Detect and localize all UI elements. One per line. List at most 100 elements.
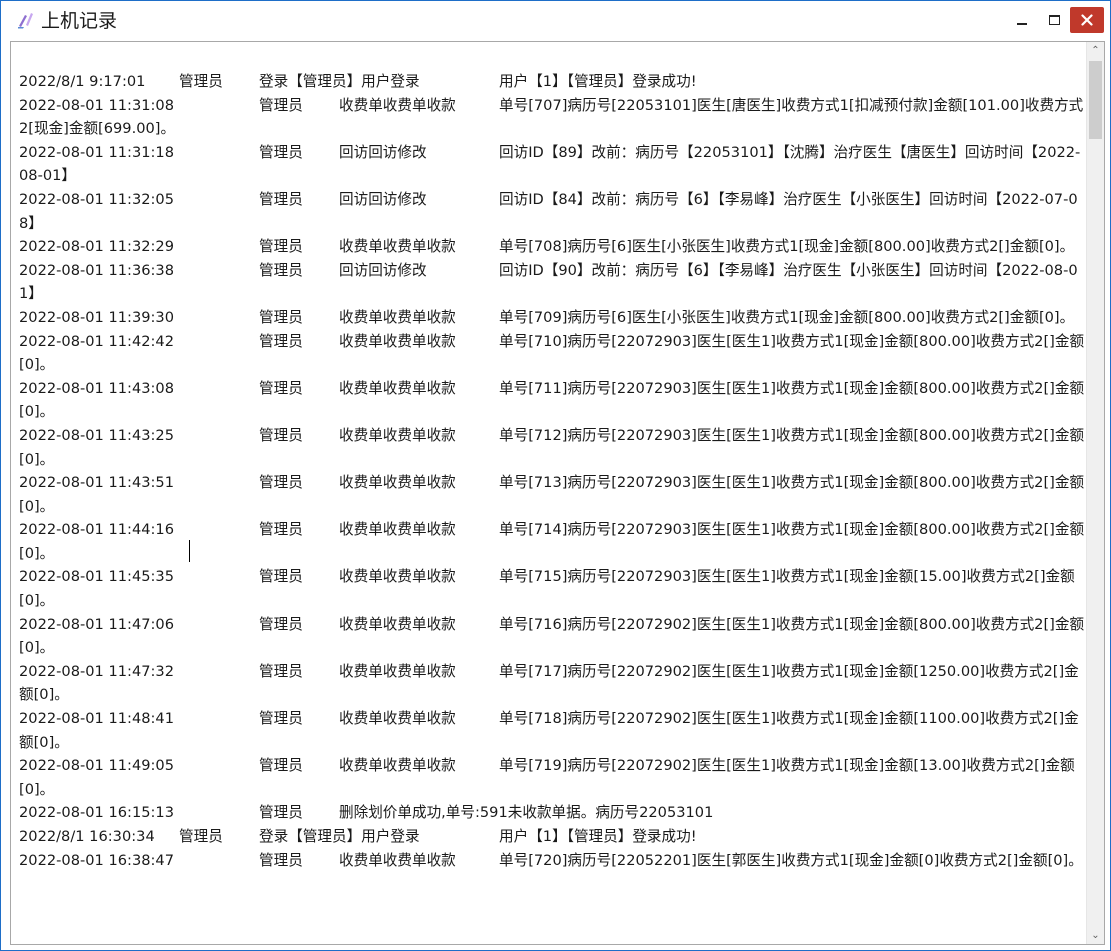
- log-time: 2022-08-01 16:38:47: [19, 851, 174, 869]
- log-module: 收费单收费单收款: [339, 308, 456, 326]
- log-row: 2022-08-01 11:47:06 管理员 收费单收费单收款 单号[716]病历号…: [19, 613, 1087, 660]
- log-module: 收费单收费单收款: [339, 710, 456, 728]
- close-button[interactable]: [1070, 7, 1104, 33]
- log-module: 收费单收费单收款: [339, 379, 456, 397]
- log-time: 2022-08-01 11:43:25: [19, 426, 174, 444]
- scroll-thumb[interactable]: [1089, 61, 1102, 139]
- log-description: 单号[711]病历号[22072903]医生[医生1]收费方式1[现金]金额[8…: [19, 379, 1085, 421]
- log-time: 2022-08-01 11:31:08: [19, 96, 174, 114]
- log-description: 回访ID【90】改前：病历号【6】【李易峰】治疗医生【小张医生】回访时间【202…: [19, 261, 1078, 303]
- log-time: 2022/8/1 16:30:34: [19, 828, 155, 845]
- window-title: 上机记录: [41, 10, 118, 32]
- log-module: 收费单收费单收款: [339, 662, 456, 680]
- text-caret: [189, 540, 190, 562]
- log-row: 2022-08-01 11:49:05 管理员 收费单收费单收款 单号[719]病历号…: [19, 754, 1087, 801]
- log-description: 回访ID【84】改前：病历号【6】【李易峰】治疗医生【小张医生】回访时间【202…: [19, 190, 1078, 232]
- log-time: 2022-08-01 11:44:16: [19, 521, 174, 539]
- log-description: 单号[720]病历号[22052201]医生[郭医生]收费方式1[现金]金额[0…: [499, 851, 1083, 869]
- log-user: 管理员: [259, 308, 303, 326]
- log-user: 管理员: [259, 521, 303, 539]
- log-time: 2022-08-01 11:43:08: [19, 379, 174, 397]
- log-description: 单号[716]病历号[22072902]医生[医生1]收费方式1[现金]金额[8…: [19, 615, 1085, 657]
- log-module: 收费单收费单收款: [339, 474, 456, 492]
- minimize-button[interactable]: [1005, 7, 1039, 33]
- app-icon: [18, 13, 33, 29]
- log-row: 2022-08-01 16:38:47 管理员 收费单收费单收款 单号[720]病历号…: [19, 849, 1087, 873]
- log-row: 2022-08-01 11:32:05 管理员 回访回访修改 回访ID【84】改前：病…: [19, 188, 1087, 235]
- log-row: 2022-08-01 11:43:08 管理员 收费单收费单收款 单号[711]病历号…: [19, 377, 1087, 424]
- log-row: 2022/8/1 16:30:34 管理员 登录【管理员】用户登录 用户【1】【管理员…: [19, 825, 1087, 849]
- log-time: 2022/8/1 9:17:01: [19, 73, 146, 90]
- log-list: 2022/8/1 9:17:01 管理员 登录【管理员】用户登录 用户【1】【管理员】…: [19, 70, 1087, 872]
- log-description: 单号[715]病历号[22072903]医生[医生1]收费方式1[现金]金额[1…: [19, 568, 1075, 610]
- log-description: 单号[714]病历号[22072903]医生[医生1]收费方式1[现金]金额[8…: [19, 521, 1085, 562]
- log-time: 2022-08-01 11:45:35: [19, 568, 174, 586]
- log-user: 管理员: [259, 474, 303, 492]
- title-bar[interactable]: 上机记录: [1, 1, 1110, 41]
- log-time: 2022-08-01 11:32:29: [19, 238, 174, 256]
- log-time: 2022-08-01 11:49:05: [19, 757, 174, 775]
- log-module: 回访回访修改: [339, 143, 427, 161]
- log-user: 管理员: [179, 828, 223, 845]
- log-row: 2022-08-01 16:15:13 管理员 删除划价单成功,单号:591未收款单…: [19, 801, 1087, 825]
- log-module: 删除划价单成功,单号:591未收款单据。病历号22053101: [339, 804, 714, 822]
- log-time: 2022-08-01 11:48:41: [19, 710, 174, 728]
- log-user: 管理员: [259, 332, 303, 350]
- log-module: 收费单收费单收款: [339, 757, 456, 775]
- log-row: 2022-08-01 11:47:32 管理员 收费单收费单收款 单号[717]病历号…: [19, 660, 1087, 707]
- log-user: 管理员: [259, 96, 303, 114]
- log-module: 收费单收费单收款: [339, 332, 456, 350]
- close-icon: [1081, 14, 1093, 26]
- log-user: 管理员: [259, 710, 303, 728]
- log-user: 管理员: [259, 568, 303, 586]
- log-row: 2022-08-01 11:39:30 管理员 收费单收费单收款 单号[709]病历号…: [19, 306, 1087, 330]
- log-row: 2022-08-01 11:31:08 管理员 收费单收费单收款 单号[707]病历号…: [19, 94, 1087, 141]
- log-description: 单号[719]病历号[22072902]医生[医生1]收费方式1[现金]金额[1…: [19, 757, 1075, 798]
- log-module: 收费单收费单收款: [339, 238, 456, 256]
- log-time: 2022-08-01 16:15:13: [19, 804, 174, 822]
- log-user: 管理员: [259, 757, 303, 775]
- log-module: 回访回访修改: [339, 261, 427, 279]
- log-row: 2022/8/1 9:17:01 管理员 登录【管理员】用户登录 用户【1】【管理员】…: [19, 70, 1087, 94]
- log-user: 管理员: [259, 143, 303, 161]
- log-description: 单号[707]病历号[22053101]医生[唐医生]收费方式1[扣减预付款]金…: [19, 96, 1084, 138]
- log-window: 上机记录 2022/8/1 9:17:01 管理员 登录【管理员】用户登录 用户【1】…: [0, 0, 1111, 951]
- log-description: 单号[717]病历号[22072902]医生[医生1]收费方式1[现金]金额[1…: [19, 662, 1079, 704]
- log-description: 单号[708]病历号[6]医生[小张医生]收费方式1[现金]金额[800.00]…: [499, 238, 1075, 256]
- log-user: 管理员: [259, 615, 303, 633]
- log-description: 单号[713]病历号[22072903]医生[医生1]收费方式1[现金]金额[8…: [19, 474, 1085, 515]
- log-time: 2022-08-01 11:47:32: [19, 662, 174, 680]
- minimize-icon: [1017, 23, 1027, 25]
- log-description: 单号[712]病历号[22072903]医生[医生1]收费方式1[现金]金额[8…: [19, 426, 1085, 468]
- scroll-down-icon[interactable]: ⌄: [1087, 927, 1104, 944]
- log-time: 2022-08-01 11:32:05: [19, 190, 174, 208]
- log-description: 单号[710]病历号[22072903]医生[医生1]收费方式1[现金]金额[8…: [19, 332, 1085, 374]
- log-description: 单号[709]病历号[6]医生[小张医生]收费方式1[现金]金额[800.00]…: [499, 308, 1075, 326]
- scroll-up-icon[interactable]: ⌃: [1087, 42, 1104, 59]
- log-module: 收费单收费单收款: [339, 96, 456, 114]
- maximize-button[interactable]: [1039, 7, 1069, 33]
- log-module: 收费单收费单收款: [339, 426, 456, 444]
- log-user: 管理员: [259, 804, 303, 822]
- log-time: 2022-08-01 11:36:38: [19, 261, 174, 279]
- maximize-icon: [1048, 15, 1060, 25]
- vertical-scrollbar[interactable]: ⌃ ⌄: [1086, 42, 1104, 944]
- log-time: 2022-08-01 11:39:30: [19, 308, 174, 326]
- log-row: 2022-08-01 11:45:35 管理员 收费单收费单收款 单号[715]病历号…: [19, 565, 1087, 612]
- log-textbox[interactable]: 2022/8/1 9:17:01 管理员 登录【管理员】用户登录 用户【1】【管理员】…: [10, 41, 1105, 945]
- log-time: 2022-08-01 11:31:18: [19, 143, 174, 161]
- log-time: 2022-08-01 11:42:42: [19, 332, 174, 350]
- log-description: 回访ID【89】改前：病历号【22053101】【沈腾】治疗医生【唐医生】回访时…: [19, 143, 1081, 185]
- log-module: 登录【管理员】用户登录: [259, 73, 420, 90]
- log-user: 管理员: [259, 426, 303, 444]
- log-row: 2022-08-01 11:48:41 管理员 收费单收费单收款 单号[718]病历号…: [19, 707, 1087, 754]
- log-row: 2022-08-01 11:43:25 管理员 收费单收费单收款 单号[712]病历号…: [19, 424, 1087, 471]
- log-row: 2022-08-01 11:42:42 管理员 收费单收费单收款 单号[710]病历号…: [19, 330, 1087, 377]
- log-description: 单号[718]病历号[22072902]医生[医生1]收费方式1[现金]金额[1…: [19, 710, 1079, 751]
- log-time: 2022-08-01 11:43:51: [19, 474, 174, 492]
- log-module: 收费单收费单收款: [339, 568, 456, 586]
- log-row: 2022-08-01 11:36:38 管理员 回访回访修改 回访ID【90】改前：病…: [19, 259, 1087, 306]
- log-module: 回访回访修改: [339, 190, 427, 208]
- log-user: 管理员: [259, 379, 303, 397]
- log-module: 收费单收费单收款: [339, 851, 456, 869]
